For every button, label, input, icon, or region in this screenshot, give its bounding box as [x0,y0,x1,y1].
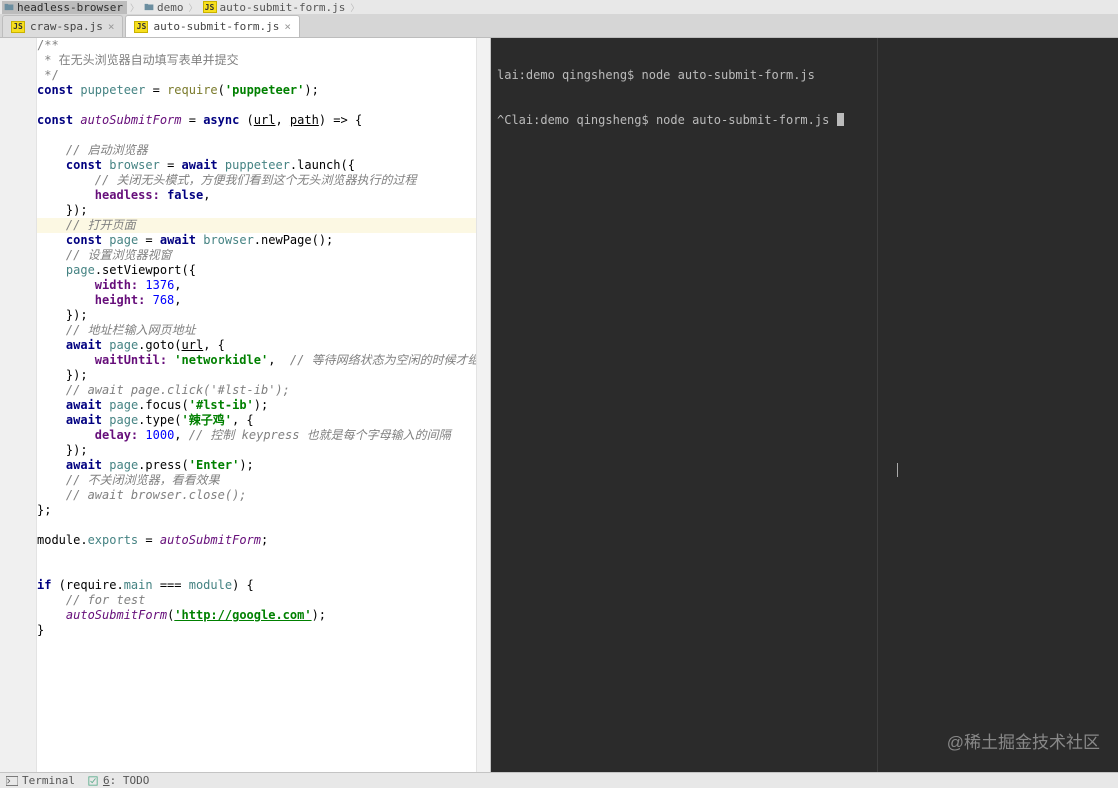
bc-label: headless-browser [17,1,123,14]
tab-label: craw-spa.js [30,20,103,33]
code-line[interactable]: // 设置浏览器视窗 [37,248,476,263]
code-line[interactable]: }); [37,443,476,458]
editor-tabs: JS craw-spa.js × JS auto-submit-form.js … [0,14,1118,38]
bc-project[interactable]: headless-browser [2,1,127,14]
code-line[interactable] [37,518,476,533]
code-line[interactable]: // 不关闭浏览器，看看效果 [37,473,476,488]
code-line[interactable]: */ [37,68,476,83]
terminal-line: lai:demo qingsheng$ node auto-submit-for… [497,68,1112,83]
minimap[interactable] [476,38,490,772]
tab-auto-submit-form[interactable]: JS auto-submit-form.js × [125,15,299,37]
watermark: @稀土掘金技术社区 [947,735,1100,750]
terminal-pane[interactable]: lai:demo qingsheng$ node auto-submit-for… [491,38,1118,772]
code-line[interactable] [37,128,476,143]
js-file-icon: JS [134,21,148,33]
terminal-split-divider[interactable] [877,38,878,772]
bc-file[interactable]: JS auto-submit-form.js [201,1,348,14]
code-line[interactable]: height: 768, [37,293,476,308]
bc-label: demo [157,1,184,14]
folder-icon [4,2,14,12]
text-caret-icon [897,463,898,477]
close-icon[interactable]: × [108,20,115,33]
terminal-text: ^Clai:demo qingsheng$ node auto-submit-f… [497,113,837,127]
close-icon[interactable]: × [284,20,291,33]
code-line[interactable]: /** [37,38,476,53]
tab-craw-spa[interactable]: JS craw-spa.js × [2,15,123,37]
code-line[interactable]: }); [37,308,476,323]
code-line[interactable]: const browser = await puppeteer.launch({ [37,158,476,173]
code-line[interactable]: await page.focus('#lst-ib'); [37,398,476,413]
code-line[interactable]: if (require.main === module) { [37,578,476,593]
bottom-tab-terminal[interactable]: Terminal [6,774,75,787]
terminal-cursor [837,113,844,126]
code-area[interactable]: /** * 在无头浏览器自动填写表单并提交 */const puppeteer … [37,38,476,772]
code-line[interactable]: page.setViewport({ [37,263,476,278]
bottom-tab-label: 6: TODO [103,774,149,787]
code-line[interactable]: module.exports = autoSubmitForm; [37,533,476,548]
bottom-toolbar: Terminal 6: TODO [0,772,1118,788]
code-line[interactable]: waitUntil: 'networkidle', // 等待网络状态为空闲的时… [37,353,476,368]
code-line[interactable]: // 地址栏输入网页地址 [37,323,476,338]
breadcrumb: headless-browser 〉 demo 〉 JS auto-submit… [0,0,1118,14]
code-line[interactable]: }); [37,203,476,218]
code-line[interactable]: const autoSubmitForm = async (url, path)… [37,113,476,128]
bottom-tab-label: Terminal [22,774,75,787]
code-line[interactable]: }; [37,503,476,518]
editor-gutter[interactable] [0,38,37,772]
tab-label: auto-submit-form.js [153,20,279,33]
chevron-right-icon: 〉 [347,1,362,14]
code-line[interactable]: // 关闭无头模式，方便我们看到这个无头浏览器执行的过程 [37,173,476,188]
terminal-line: ^Clai:demo qingsheng$ node auto-submit-f… [497,113,1112,128]
code-line[interactable]: delay: 1000, // 控制 keypress 也就是每个字母输入的间隔 [37,428,476,443]
chevron-right-icon: 〉 [185,1,200,14]
code-line[interactable]: } [37,623,476,638]
terminal-icon [6,776,18,786]
js-file-icon: JS [11,21,25,33]
code-line[interactable]: // for test [37,593,476,608]
code-line[interactable]: // await browser.close(); [37,488,476,503]
code-line[interactable] [37,563,476,578]
js-file-icon: JS [203,1,217,13]
code-line[interactable]: headless: false, [37,188,476,203]
editor-pane: /** * 在无头浏览器自动填写表单并提交 */const puppeteer … [0,38,491,772]
code-line[interactable]: * 在无头浏览器自动填写表单并提交 [37,53,476,68]
code-line[interactable]: await page.press('Enter'); [37,458,476,473]
code-line[interactable]: autoSubmitForm('http://google.com'); [37,608,476,623]
code-line[interactable]: await page.type('辣子鸡', { [37,413,476,428]
chevron-right-icon: 〉 [127,1,142,14]
main-split: /** * 在无头浏览器自动填写表单并提交 */const puppeteer … [0,38,1118,772]
bottom-tab-todo[interactable]: 6: TODO [87,774,149,787]
code-line[interactable]: const puppeteer = require('puppeteer'); [37,83,476,98]
code-line[interactable]: // await page.click('#lst-ib'); [37,383,476,398]
bc-label: auto-submit-form.js [220,1,346,14]
bc-folder-demo[interactable]: demo [142,1,186,14]
folder-icon [144,2,154,12]
code-line[interactable] [37,548,476,563]
code-line[interactable]: // 打开页面 [37,218,476,233]
todo-icon [87,776,99,786]
code-line[interactable]: // 启动浏览器 [37,143,476,158]
code-line[interactable]: width: 1376, [37,278,476,293]
code-line[interactable]: await page.goto(url, { [37,338,476,353]
code-line[interactable] [37,98,476,113]
code-line[interactable]: const page = await browser.newPage(); [37,233,476,248]
code-line[interactable]: }); [37,368,476,383]
